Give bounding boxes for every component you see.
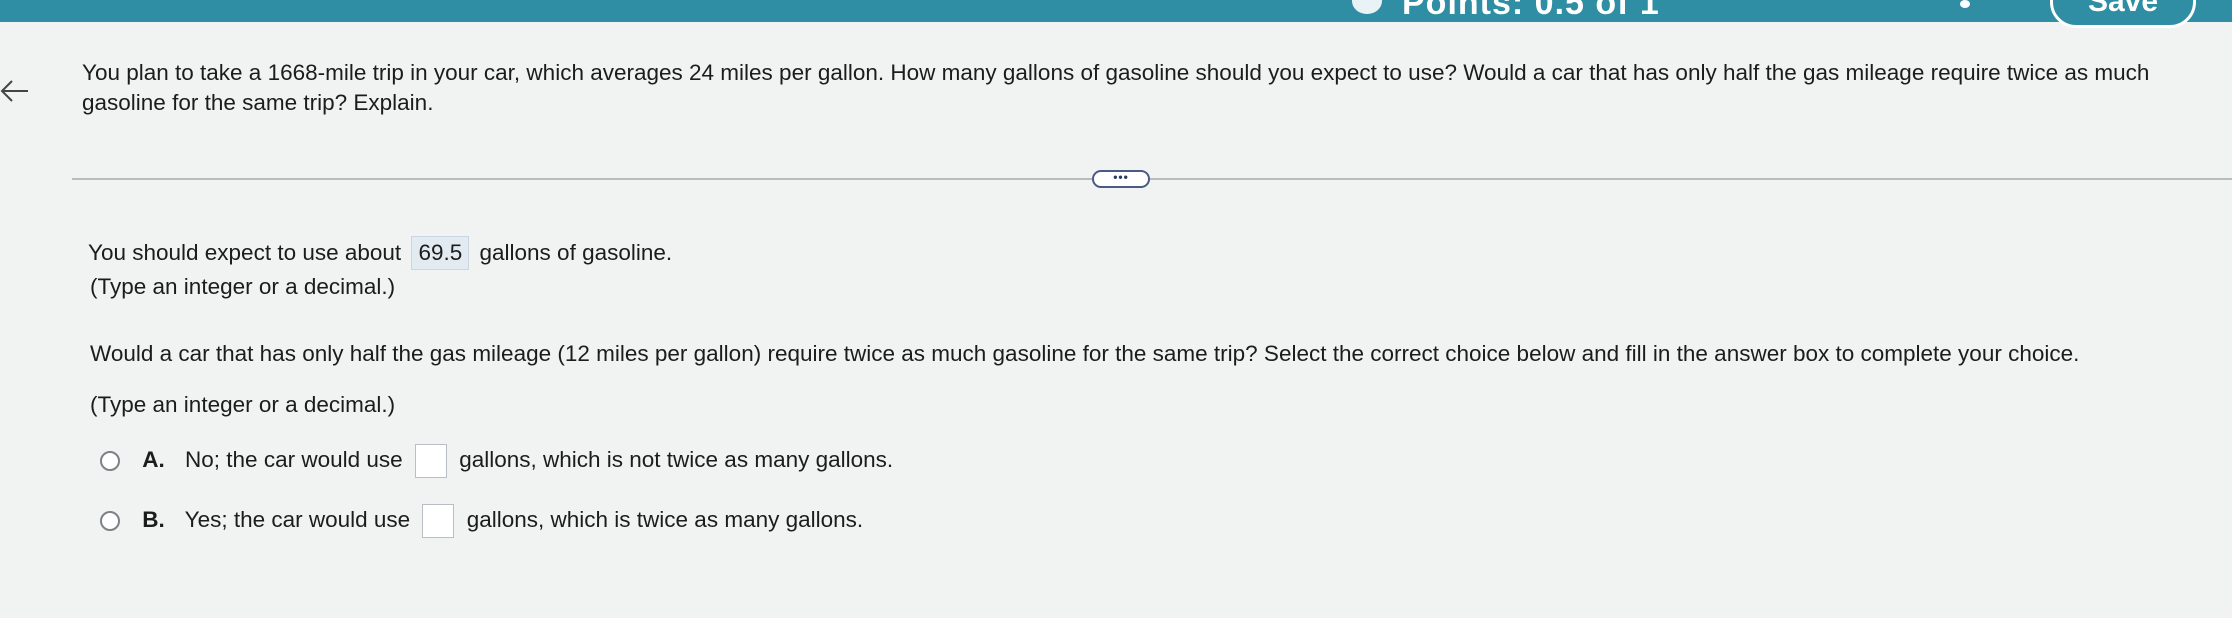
part2-hint: (Type an integer or a decimal.): [90, 392, 396, 417]
points-icon: [1352, 0, 1382, 14]
part1-after: gallons of gasoline.: [479, 240, 673, 265]
points-label: Points: 0.5 of 1: [1402, 0, 1660, 22]
choice-a-letter: A.: [142, 446, 165, 472]
choice-a[interactable]: A. No; the car would use gallons, which …: [100, 444, 893, 478]
question-text: You plan to take a 1668-mile trip in you…: [82, 60, 2150, 115]
choice-b-letter: B.: [142, 506, 165, 532]
gallons-answer-box[interactable]: 69.5: [411, 236, 470, 270]
choice-a-answer-box[interactable]: [414, 444, 447, 478]
part1-sentence: You should expect to use about 69.5 gall…: [88, 236, 672, 270]
choice-b-before: Yes; the car would use: [184, 506, 411, 532]
top-bar: Points: 0.5 of 1 Save: [0, 0, 2232, 28]
dot-icon: [1960, 0, 1970, 8]
choice-a-radio[interactable]: [100, 451, 120, 471]
part2-prompt: Would a car that has only half the gas m…: [90, 341, 2080, 366]
choice-b-answer-box[interactable]: [422, 504, 455, 538]
choice-a-before: No; the car would use: [185, 446, 403, 472]
more-button[interactable]: •••: [1092, 170, 1150, 188]
divider: [72, 178, 2232, 180]
choice-b-radio[interactable]: [100, 511, 120, 531]
choice-b-after: gallons, which is twice as many gallons.: [466, 506, 864, 532]
part1-before: You should expect to use about: [88, 240, 402, 265]
choice-a-after: gallons, which is not twice as many gall…: [459, 446, 894, 472]
save-button[interactable]: Save: [2050, 0, 2196, 28]
choice-b[interactable]: B. Yes; the car would use gallons, which…: [100, 504, 863, 538]
part1-hint: (Type an integer or a decimal.): [90, 274, 396, 299]
back-arrow-icon[interactable]: [0, 78, 30, 104]
